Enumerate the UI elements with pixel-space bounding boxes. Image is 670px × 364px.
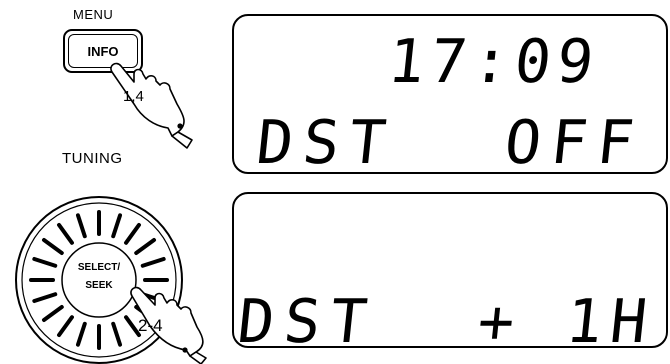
select-seek-label-line1: SELECT/	[78, 262, 120, 273]
lcd-setting-value: OFF	[501, 108, 647, 178]
select-seek-button[interactable]: SELECT/ SEEK	[61, 242, 137, 318]
lcd-setting-value-2: + 1H	[474, 287, 658, 357]
select-step-number: 2-4	[138, 316, 163, 335]
pointing-hand-icon	[110, 62, 193, 149]
lcd-setting-label: DST	[253, 108, 399, 178]
info-step-number: 1,4	[123, 88, 144, 105]
lcd-setting-label-2: DST	[234, 287, 380, 357]
lcd-time: 17:09	[385, 27, 603, 97]
select-seek-label-line2: SEEK	[85, 280, 113, 291]
info-button-label: INFO	[87, 44, 119, 59]
